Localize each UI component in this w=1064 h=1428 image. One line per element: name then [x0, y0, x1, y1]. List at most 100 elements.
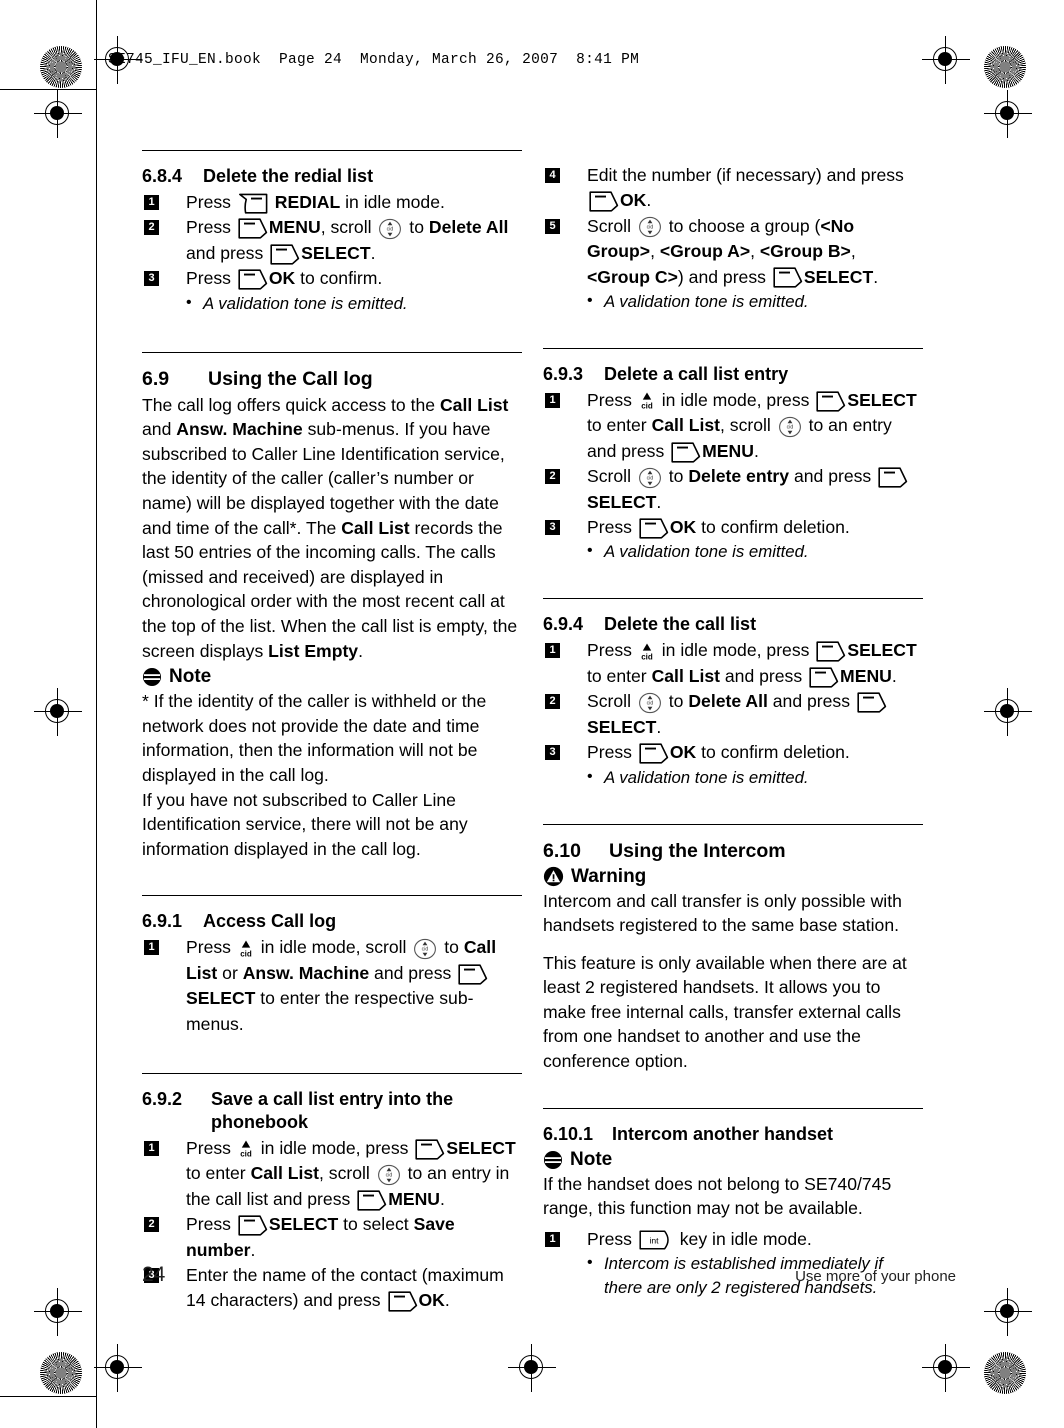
emphasis-text: Answ. Machine [242, 962, 370, 983]
section-6-9-2-heading: 6.9.2 Save a call list entry into the ph… [142, 1088, 522, 1134]
trim-line-top [0, 89, 96, 91]
step-number-badge: 2 [144, 220, 159, 236]
cid-key-icon: cid [237, 1139, 255, 1159]
instruction-step: 1 Press cid in idle mode, press SELECT to… [142, 1136, 522, 1212]
section-6-9-3-heading: 6.9.3 Delete a call list entry [543, 363, 923, 386]
redial-softkey-icon [238, 193, 268, 214]
steps-6-9-2: 1 Press cid in idle mode, press SELECT to… [142, 1136, 522, 1314]
instruction-step: 2 Press SELECT to select Save number. [142, 1212, 522, 1263]
softkey-icon [589, 191, 619, 212]
step-number-badge: 2 [545, 469, 560, 485]
registration-mark-top-right [922, 36, 970, 84]
registration-mark-left-upper [34, 90, 82, 138]
bullet-note: A validation tone is emitted. [587, 765, 923, 790]
section-divider [543, 598, 923, 600]
step-text: Press SELECT to select Save number. [186, 1214, 455, 1260]
svg-text:int: int [649, 1236, 659, 1246]
cid-key-icon: cid [638, 391, 656, 411]
section-6-10: 6.10 Using the Intercom Warning Intercom… [543, 823, 923, 1074]
step-number-badge: 1 [545, 393, 560, 409]
section-title: Using the Intercom [609, 839, 786, 862]
emphasis-text: OK [669, 517, 697, 538]
emphasis-text: Delete entry [688, 466, 790, 487]
registration-mark-bottom-left [94, 1344, 142, 1392]
softkey-icon [773, 267, 803, 289]
section-number: 6.9.1 [142, 911, 183, 932]
section-number: 6.10 [543, 839, 581, 862]
steps-6-9-4: 1 Press cid in idle mode, press SELECT to… [543, 638, 923, 765]
section-6-8-4-heading: 6.8.4 Delete the redial list [142, 165, 522, 188]
section-title: Intercom another handset [612, 1123, 834, 1144]
emphasis-text: Call List [341, 517, 410, 538]
warning-heading: Warning [543, 865, 923, 889]
step-text: Press int key in idle mode. [587, 1228, 812, 1250]
emphasis-text: Answ. Machine [176, 419, 303, 440]
emphasis-text: MENU [268, 217, 321, 238]
instruction-step: 1 Press REDIAL in idle mode. [142, 190, 522, 215]
softkey-icon [857, 692, 887, 713]
bullet-note: A validation tone is emitted. [587, 539, 923, 564]
section-6-9-4-heading: 6.9.4 Delete the call list [543, 613, 923, 636]
emphasis-text: <Group B> [759, 241, 851, 262]
section-6-9-heading: 6.9 Using the Call log [142, 367, 522, 391]
left-column: 6.8.4 Delete the redial list 1 Press REDI… [142, 150, 522, 1314]
emphasis-text: OK [418, 1290, 445, 1311]
section-divider [142, 150, 522, 151]
registration-mark-right-middle [984, 688, 1032, 736]
step-number-badge: 2 [545, 694, 560, 710]
emphasis-text: SELECT [186, 988, 256, 1009]
section-6-9-1: 6.9.1 Access Call log 1 Press cid in idl… [142, 895, 522, 1037]
step-number-badge: 1 [545, 643, 560, 659]
step-text: Press OK to confirm deletion. [587, 742, 850, 764]
emphasis-text: SELECT [803, 266, 874, 287]
step-number-badge: 1 [545, 1231, 560, 1247]
section-number: 6.10.1 [543, 1123, 594, 1144]
section-6-9-body: The call log offers quick access to the … [142, 394, 518, 661]
emphasis-text: SELECT [446, 1137, 516, 1158]
section-divider [142, 1072, 522, 1074]
emphasis-text: <Group C> [587, 266, 678, 287]
scroll-updown-icon: cid [638, 692, 662, 714]
book-header-line: SE745_IFU_EN.book Page 24 Monday, March … [108, 52, 640, 68]
section-6-9-1-heading: 6.9.1 Access Call log [142, 910, 522, 933]
emphasis-text: Delete All [688, 691, 768, 712]
trim-line-bottom [0, 1396, 96, 1398]
rosette-mark-top-right [984, 46, 1026, 88]
section-divider [142, 351, 522, 353]
emphasis-text: SELECT [847, 640, 917, 661]
softkey-icon [639, 518, 669, 539]
notes-6-9-4: A validation tone is emitted. [543, 765, 923, 790]
svg-text:cid: cid [647, 700, 654, 706]
step-text: Press cid in idle mode, scroll cid to Ca… [186, 937, 497, 1034]
section-number: 6.9 [142, 367, 170, 390]
page-number: 24 [142, 1263, 166, 1286]
instruction-step: 1 Press cid in idle mode, press SELECT to… [543, 638, 923, 689]
note-icon [543, 1150, 563, 1170]
emphasis-text: MENU [840, 665, 892, 686]
section-title: Save a call list entry into the [211, 1088, 454, 1109]
instruction-step: 5 Scroll cid to choose a group (<No Group… [543, 214, 923, 290]
svg-text:cid: cid [385, 1172, 392, 1178]
page-canvas: SE745_IFU_EN.book Page 24 Monday, March … [0, 0, 1064, 1428]
registration-mark-right-lower [984, 1288, 1032, 1336]
softkey-icon [671, 442, 701, 463]
step-text: Press cid in idle mode, press SELECT to … [587, 390, 917, 463]
svg-text:cid: cid [240, 1150, 252, 1159]
scroll-updown-icon: cid [413, 938, 437, 960]
svg-text:cid: cid [422, 946, 429, 952]
instruction-step: 2 Press MENU, scroll cid to Delete All an… [142, 215, 522, 266]
instruction-step: 1 Press int key in idle mode. [543, 1227, 923, 1252]
step-text: Press MENU, scroll cid to Delete All and… [186, 217, 509, 265]
instruction-step: 3 Press OK to confirm deletion. [543, 740, 923, 765]
step-number-badge: 3 [144, 271, 159, 287]
softkey-icon [357, 1189, 387, 1211]
right-column: 4 Edit the number (if necessary) and pres… [543, 150, 923, 1300]
step-number-badge: 1 [144, 195, 159, 210]
emphasis-text: Call List [651, 665, 720, 686]
section-6-10-1-note-paragraph: If the handset does not belong to SE740/… [543, 1173, 892, 1219]
cid-key-icon: cid [638, 642, 656, 662]
section-title: Access Call log [203, 911, 337, 932]
section-number: 6.9.3 [543, 364, 584, 385]
instruction-step: 1 Press cid in idle mode, scroll cid to … [142, 935, 522, 1037]
softkey-icon [387, 1291, 418, 1312]
